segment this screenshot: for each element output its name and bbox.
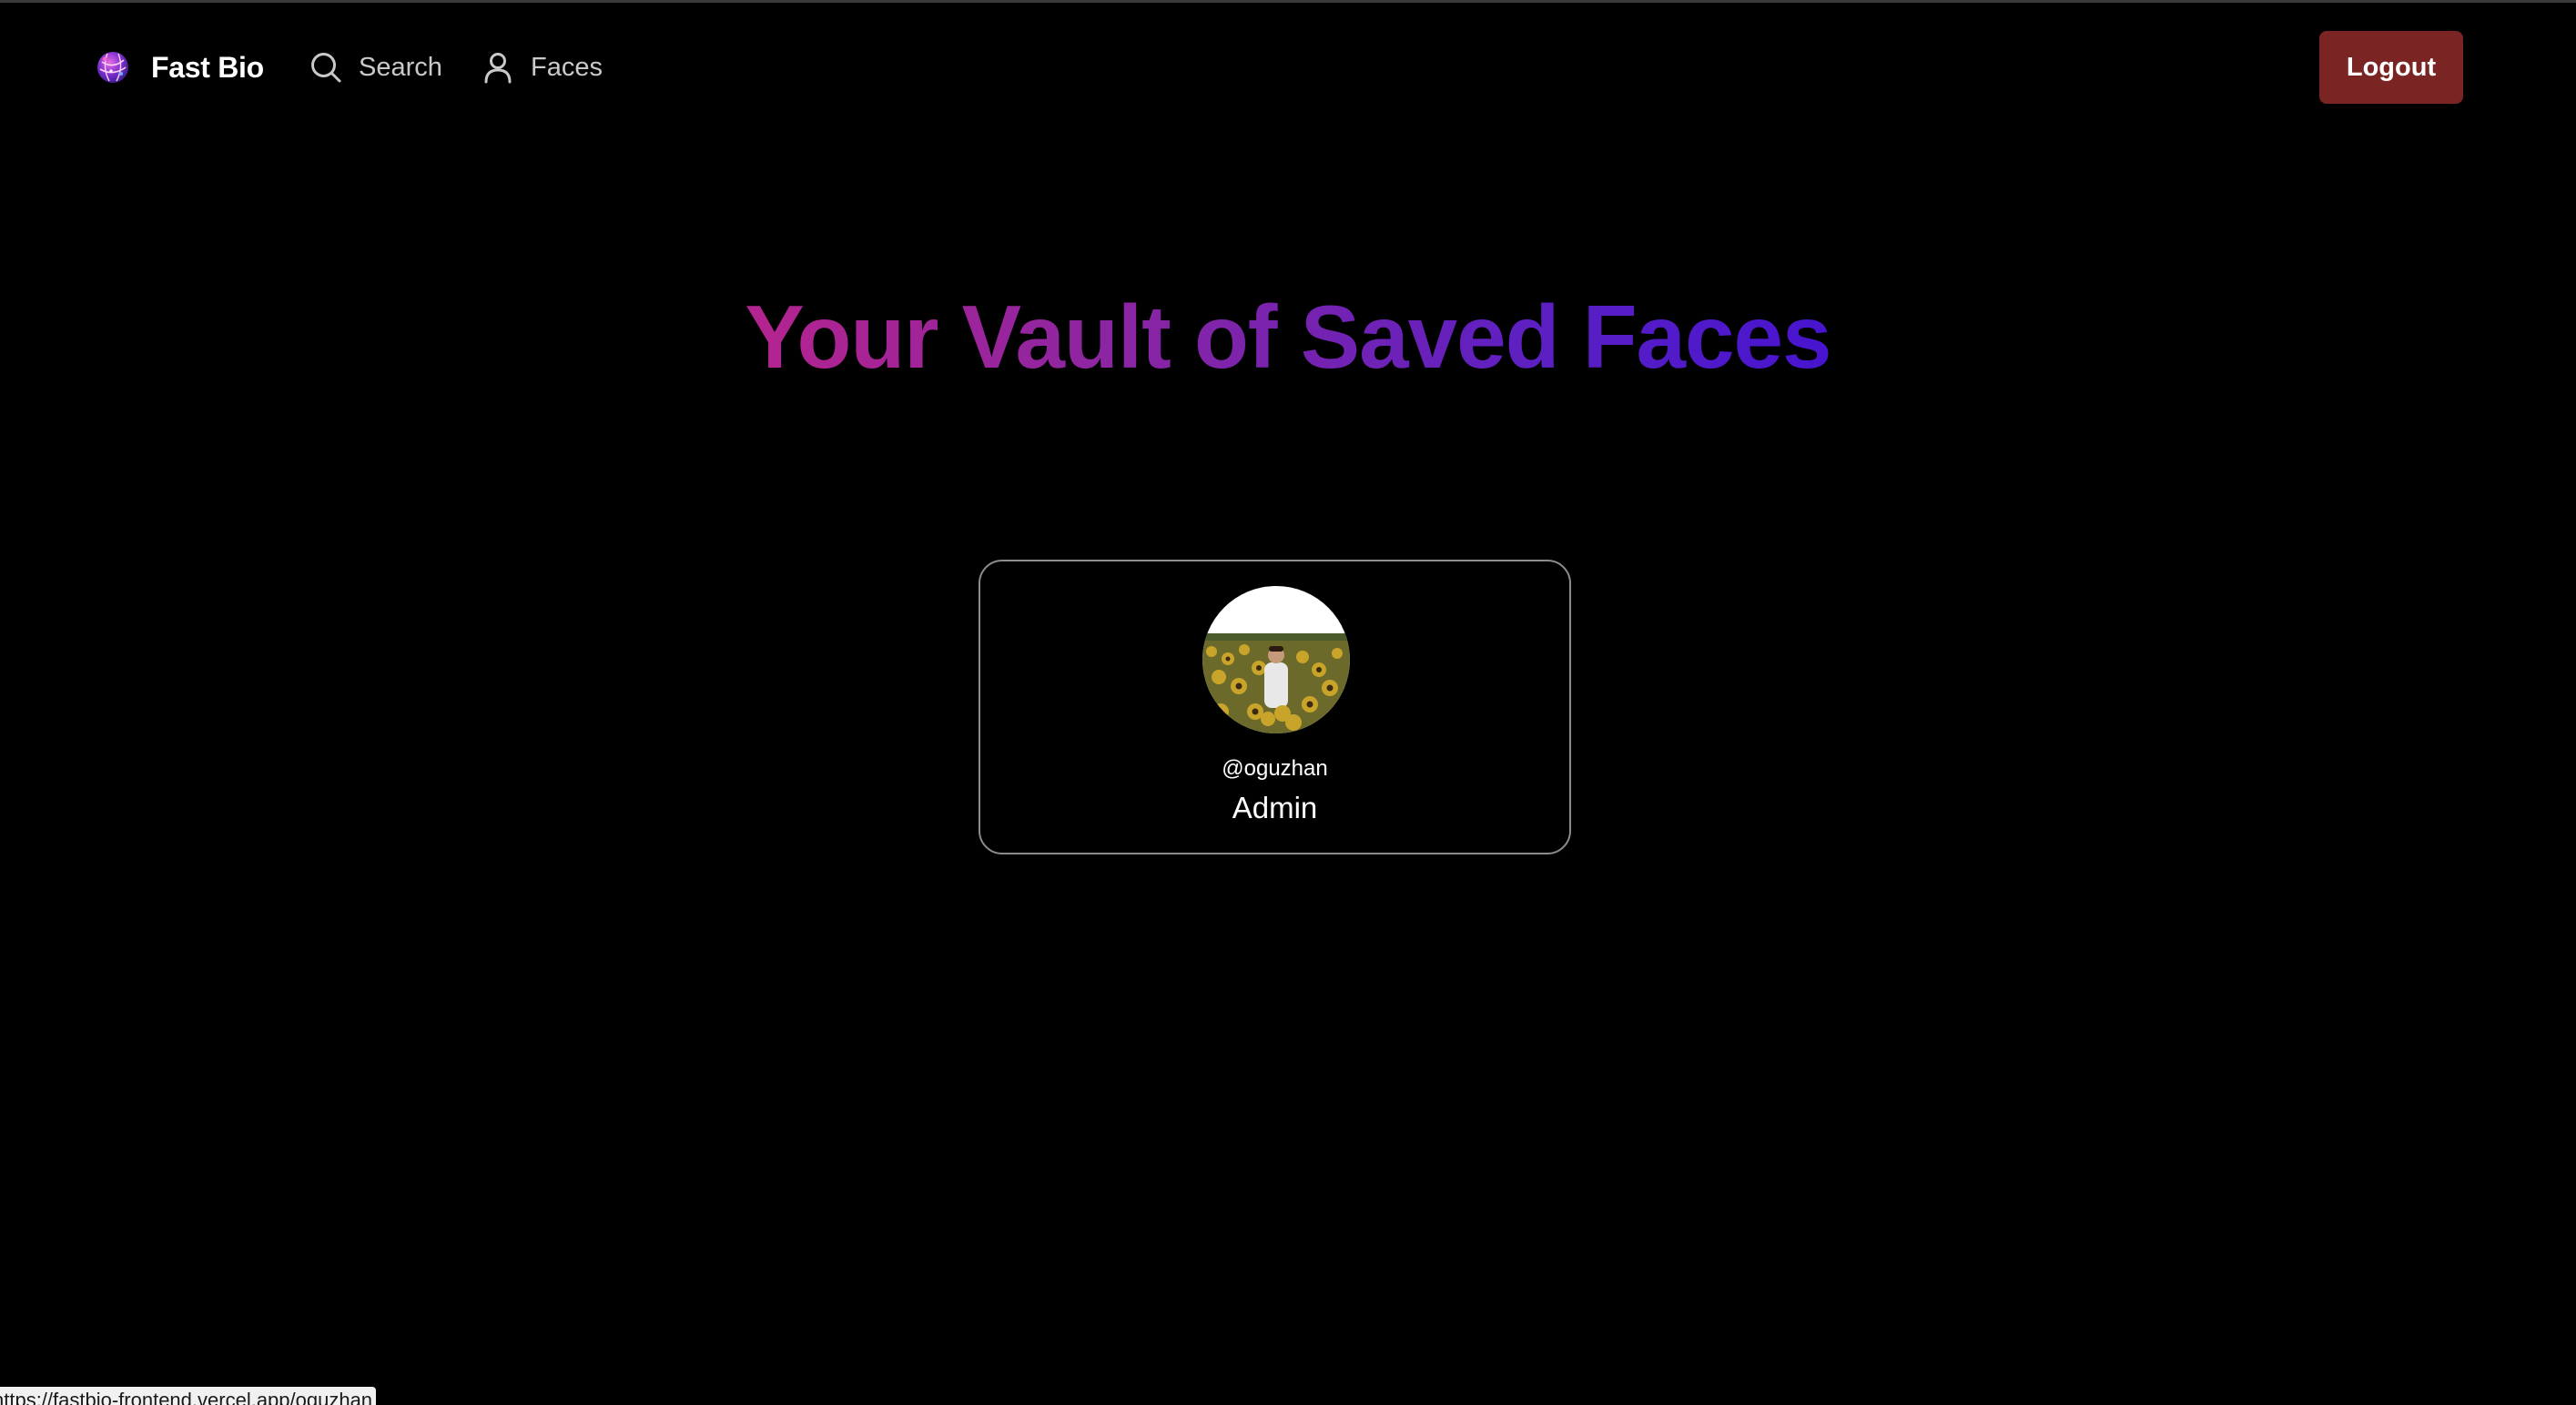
avatar-photo [1202,586,1350,733]
brand-link[interactable]: Fast Bio [95,45,264,89]
logout-button[interactable]: Logout [2319,31,2463,104]
face-username: @oguzhan [1222,756,1328,781]
nav-faces-link[interactable]: Faces [480,45,603,89]
nav-faces-label: Faces [531,52,603,82]
status-bar-url: https://fastbio-frontend.vercel.app/oguz… [0,1387,377,1405]
nav-search-label: Search [359,52,442,82]
page-title-text: Your Vault of Saved Faces [745,287,1831,387]
avatar [1202,586,1350,733]
globe-logo-icon [97,52,128,83]
page-title: Your Vault of Saved Faces [0,282,2576,391]
navbar: Fast Bio Search Faces Logout [0,0,2576,135]
face-card[interactable]: @oguzhan Admin [979,560,1571,854]
brand-name: Fast Bio [151,50,264,84]
face-role: Admin [1232,791,1318,824]
nav-search-link[interactable]: Search [308,45,442,89]
user-icon [484,53,512,84]
search-icon [311,53,341,83]
